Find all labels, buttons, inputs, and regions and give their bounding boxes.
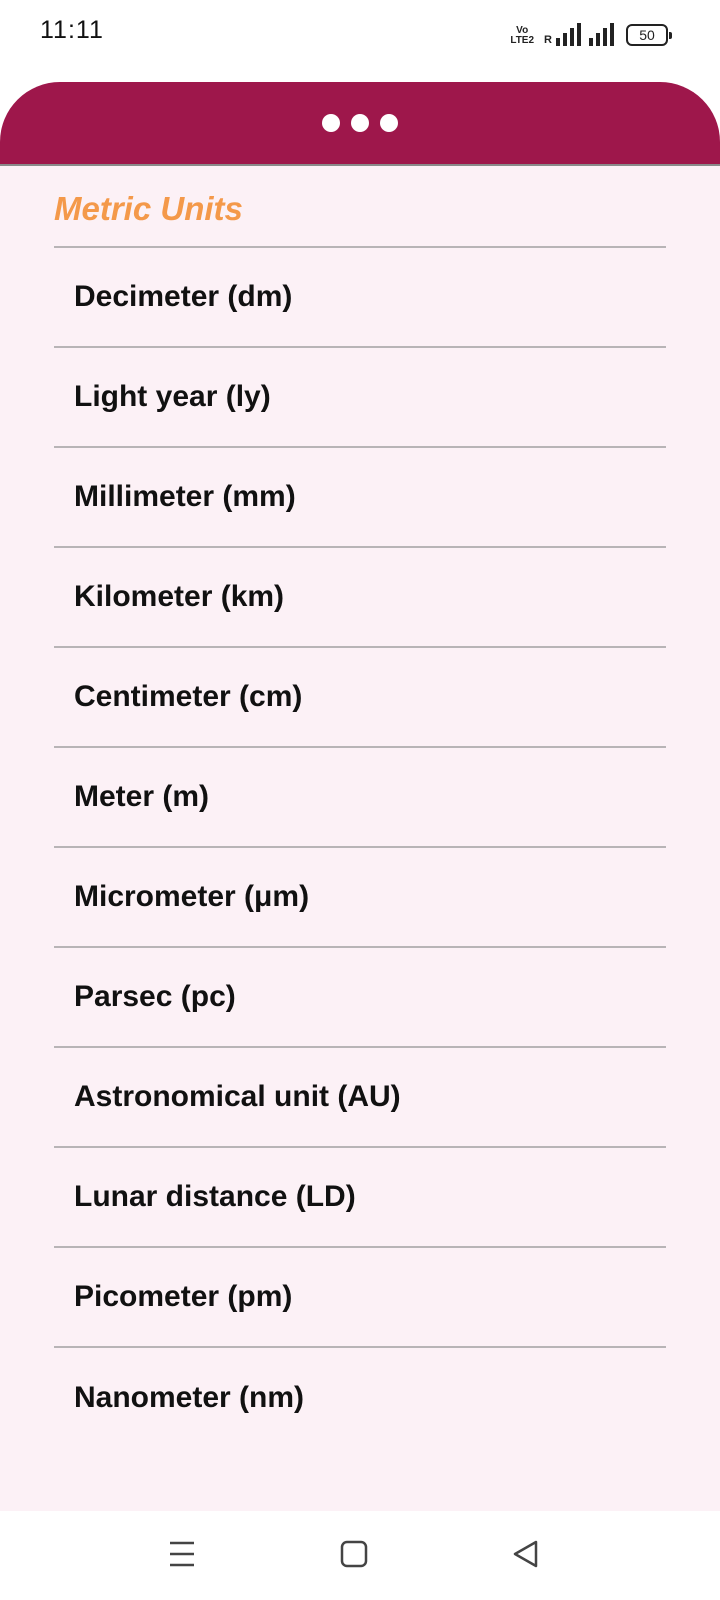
list-item-light-year[interactable]: Light year (ly) <box>54 348 666 448</box>
more-dots-icon[interactable] <box>322 114 398 132</box>
list-item-astronomical-unit[interactable]: Astronomical unit (AU) <box>54 1048 666 1148</box>
list-item-lunar-distance[interactable]: Lunar distance (LD) <box>54 1148 666 1248</box>
section-title: Metric Units <box>54 190 243 227</box>
list-item-nanometer[interactable]: Nanometer (nm) <box>54 1348 666 1448</box>
roaming-indicator: R <box>544 34 552 46</box>
list-item-meter[interactable]: Meter (m) <box>54 748 666 848</box>
volte-icon: Vo LTE2 <box>510 25 535 46</box>
navigation-bar <box>0 1511 720 1600</box>
back-button[interactable] <box>501 1529 551 1579</box>
status-time: 11:11 <box>40 16 104 44</box>
home-button[interactable] <box>329 1529 379 1579</box>
list-item-centimeter[interactable]: Centimeter (cm) <box>54 648 666 748</box>
list-item-kilometer[interactable]: Kilometer (km) <box>54 548 666 648</box>
content-area: Metric Units Decimeter (dm) Light year (… <box>0 166 720 1511</box>
list-item-parsec[interactable]: Parsec (pc) <box>54 948 666 1048</box>
signal-strength-icon-2 <box>589 22 614 46</box>
triangle-back-icon <box>513 1540 538 1568</box>
menu-lines-icon <box>170 1541 194 1567</box>
signal-strength-icon <box>556 22 581 46</box>
units-list: Decimeter (dm) Light year (ly) Millimete… <box>54 246 666 1448</box>
battery-icon: 50 <box>626 24 672 46</box>
list-item-micrometer[interactable]: Micrometer (μm) <box>54 848 666 948</box>
status-bar: 11:11 Vo LTE2 R 50 <box>0 0 720 66</box>
list-item-millimeter[interactable]: Millimeter (mm) <box>54 448 666 548</box>
recents-button[interactable] <box>157 1529 207 1579</box>
header-bar <box>0 82 720 166</box>
list-item-decimeter[interactable]: Decimeter (dm) <box>54 248 666 348</box>
status-icons: Vo LTE2 R 50 <box>510 18 672 46</box>
list-item-picometer[interactable]: Picometer (pm) <box>54 1248 666 1348</box>
square-home-icon <box>340 1540 368 1568</box>
